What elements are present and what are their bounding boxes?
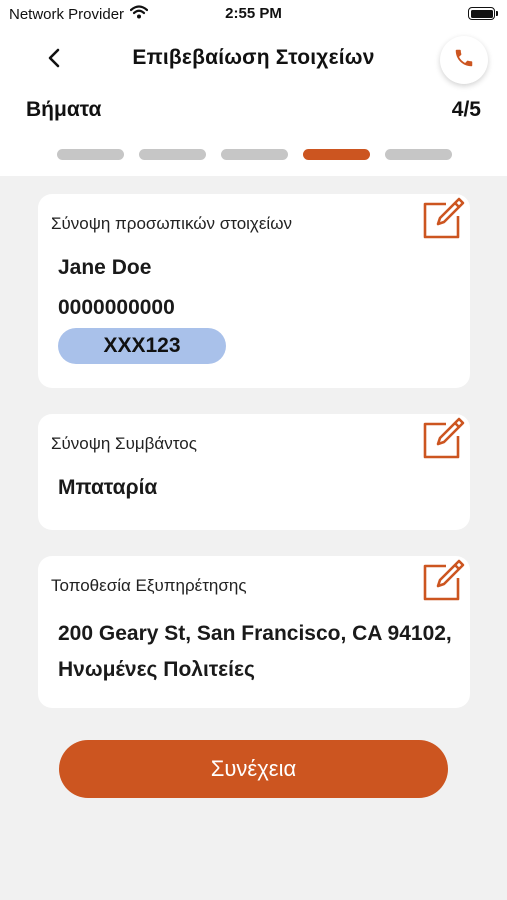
phone-icon (453, 47, 475, 74)
continue-button[interactable]: Συνέχεια (59, 740, 448, 798)
steps-label: Βήματα (26, 98, 102, 121)
step-segment-2 (139, 149, 206, 160)
edit-icon (420, 416, 466, 467)
incident-value: Μπαταρία (58, 476, 158, 499)
step-segment-4 (303, 149, 370, 160)
edit-personal-button[interactable] (420, 196, 466, 247)
status-bar: Network Provider 2:55 PM (0, 0, 507, 28)
edit-icon (420, 196, 466, 247)
license-plate-badge: XXX123 (58, 328, 226, 364)
personal-name: Jane Doe (58, 256, 152, 279)
step-segment-5 (385, 149, 452, 160)
edit-incident-button[interactable] (420, 416, 466, 467)
status-time: 2:55 PM (225, 5, 282, 22)
personal-summary-label: Σύνοψη προσωπικών στοιχείων (51, 214, 292, 233)
incident-summary-card: Σύνοψη Συμβάντος Μπαταρία (38, 414, 470, 530)
step-progress (57, 149, 452, 160)
step-segment-3 (221, 149, 288, 160)
call-button[interactable] (440, 36, 488, 84)
back-button[interactable] (40, 46, 68, 74)
battery-icon (468, 7, 498, 20)
header-area: Network Provider 2:55 PM Επιβεβαίωση Στο… (0, 0, 507, 176)
edit-icon (420, 558, 466, 609)
page-title: Επιβεβαίωση Στοιχείων (132, 46, 375, 69)
service-location-card: Τοποθεσία Εξυπηρέτησης 200 Geary St, San… (38, 556, 470, 708)
chevron-left-icon (47, 48, 61, 73)
step-segment-1 (57, 149, 124, 160)
edit-location-button[interactable] (420, 558, 466, 609)
personal-summary-card: Σύνοψη προσωπικών στοιχείων Jane Doe 000… (38, 194, 470, 388)
service-location-label: Τοποθεσία Εξυπηρέτησης (51, 576, 247, 595)
incident-summary-label: Σύνοψη Συμβάντος (51, 434, 197, 453)
steps-counter: 4/5 (451, 98, 481, 121)
personal-phone: 0000000000 (58, 296, 175, 319)
service-address: 200 Geary St, San Francisco, CA 94102, Η… (58, 622, 452, 681)
